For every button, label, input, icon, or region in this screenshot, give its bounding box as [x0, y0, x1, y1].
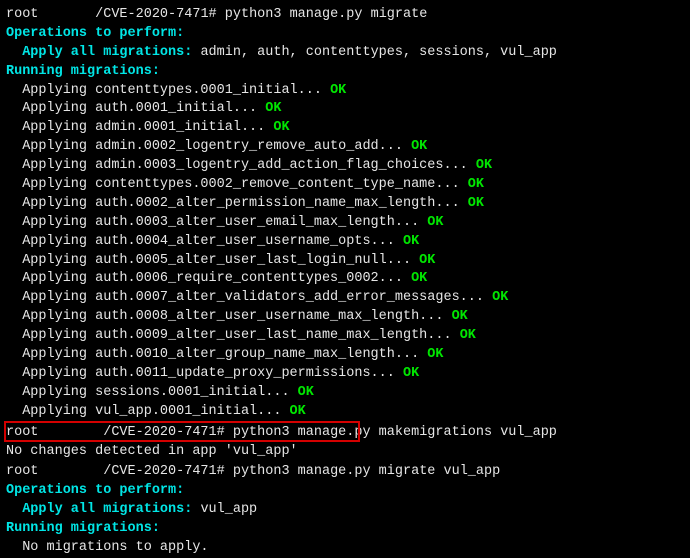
migration-row: Applying auth.0002_alter_permission_name… [6, 195, 684, 214]
status-ok: OK [403, 366, 419, 381]
migration-row: Applying auth.0008_alter_user_username_m… [6, 308, 684, 327]
status-ok: OK [427, 215, 443, 230]
status-ok: OK [330, 83, 346, 98]
running-header-1: Running migrations: [6, 63, 684, 82]
migration-row: Applying vul_app.0001_initial... OK [6, 403, 684, 422]
migration-row: Applying auth.0006_require_contenttypes_… [6, 270, 684, 289]
status-ok: OK [468, 196, 484, 211]
redacted-host: ████████ [38, 422, 103, 441]
migration-row: Applying auth.0004_alter_user_username_o… [6, 233, 684, 252]
no-migrations-msg: No migrations to apply. [6, 539, 684, 558]
status-ok: OK [427, 347, 443, 362]
prompt-line-3: root████████/CVE-2020-7471# python3 mana… [6, 461, 684, 482]
status-ok: OK [476, 158, 492, 173]
prompt-path: /CVE-2020-7471# [103, 425, 225, 440]
migration-name: Applying auth.0006_require_contenttypes_… [6, 271, 411, 286]
apply-all-2: Apply all migrations: vul_app [6, 501, 684, 520]
migration-name: Applying admin.0002_logentry_remove_auto… [6, 139, 411, 154]
running-header-2: Running migrations: [6, 520, 684, 539]
ops-header-2: Operations to perform: [6, 482, 684, 501]
migration-name: Applying auth.0010_alter_group_name_max_… [6, 347, 427, 362]
migration-name: Applying auth.0001_initial... [6, 101, 265, 116]
migration-name: Applying contenttypes.0002_remove_conten… [6, 177, 468, 192]
migration-row: Applying admin.0003_logentry_add_action_… [6, 157, 684, 176]
migration-name: Applying contenttypes.0001_initial... [6, 83, 330, 98]
migration-row: Applying contenttypes.0001_initial... OK [6, 82, 684, 101]
apply-list: admin, auth, contenttypes, sessions, vul… [200, 45, 556, 60]
migration-row: Applying auth.0009_alter_user_last_name_… [6, 327, 684, 346]
cmd-2: python3 manage.py makemigrations vul_app [233, 425, 557, 440]
prompt-path: /CVE-2020-7471# [95, 7, 217, 22]
migration-row: Applying auth.0003_alter_user_email_max_… [6, 214, 684, 233]
status-ok: OK [452, 309, 468, 324]
no-changes-msg: No changes detected in app 'vul_app' [6, 443, 684, 462]
redacted-host: ███████ [38, 4, 95, 23]
apply-label: Apply all migrations: [22, 45, 200, 60]
status-ok: OK [265, 101, 281, 116]
migration-row: Applying admin.0001_initial... OK [6, 119, 684, 138]
redacted-host: ████████ [38, 461, 103, 480]
migration-row: Applying admin.0002_logentry_remove_auto… [6, 138, 684, 157]
migration-row: Applying auth.0001_initial... OK [6, 100, 684, 119]
migration-name: Applying admin.0003_logentry_add_action_… [6, 158, 476, 173]
migration-name: Applying auth.0008_alter_user_username_m… [6, 309, 452, 324]
prompt-user: root [6, 7, 38, 22]
prompt-user: root [6, 425, 38, 440]
prompt-line-1: root███████/CVE-2020-7471# python3 manag… [6, 4, 684, 25]
status-ok: OK [460, 328, 476, 343]
apply-list: vul_app [200, 502, 257, 517]
status-ok: OK [419, 253, 435, 268]
cmd-1: python3 manage.py migrate [225, 7, 428, 22]
migration-row: Applying contenttypes.0002_remove_conten… [6, 176, 684, 195]
apply-label: Apply all migrations: [22, 502, 200, 517]
migration-name: Applying auth.0009_alter_user_last_name_… [6, 328, 460, 343]
migration-row: Applying auth.0011_update_proxy_permissi… [6, 365, 684, 384]
migration-name: Applying vul_app.0001_initial... [6, 404, 290, 419]
prompt-line-2: root████████/CVE-2020-7471# python3 mana… [6, 422, 684, 443]
status-ok: OK [411, 139, 427, 154]
migration-name: Applying auth.0004_alter_user_username_o… [6, 234, 403, 249]
prompt-path: /CVE-2020-7471# [103, 464, 225, 479]
status-ok: OK [273, 120, 289, 135]
migration-name: Applying auth.0003_alter_user_email_max_… [6, 215, 427, 230]
apply-all-1: Apply all migrations: admin, auth, conte… [6, 44, 684, 63]
migration-name: Applying sessions.0001_initial... [6, 385, 298, 400]
status-ok: OK [403, 234, 419, 249]
migration-row: Applying auth.0010_alter_group_name_max_… [6, 346, 684, 365]
migration-name: Applying auth.0005_alter_user_last_login… [6, 253, 419, 268]
ops-header-1: Operations to perform: [6, 25, 684, 44]
migration-name: Applying auth.0011_update_proxy_permissi… [6, 366, 403, 381]
cmd-3: python3 manage.py migrate vul_app [233, 464, 500, 479]
status-ok: OK [298, 385, 314, 400]
migration-list: Applying contenttypes.0001_initial... OK… [6, 82, 684, 422]
status-ok: OK [492, 290, 508, 305]
migration-row: Applying sessions.0001_initial... OK [6, 384, 684, 403]
migration-row: Applying auth.0007_alter_validators_add_… [6, 289, 684, 308]
migration-name: Applying admin.0001_initial... [6, 120, 273, 135]
status-ok: OK [411, 271, 427, 286]
prompt-user: root [6, 464, 38, 479]
status-ok: OK [468, 177, 484, 192]
migration-name: Applying auth.0007_alter_validators_add_… [6, 290, 492, 305]
migration-row: Applying auth.0005_alter_user_last_login… [6, 252, 684, 271]
migration-name: Applying auth.0002_alter_permission_name… [6, 196, 468, 211]
status-ok: OK [290, 404, 306, 419]
